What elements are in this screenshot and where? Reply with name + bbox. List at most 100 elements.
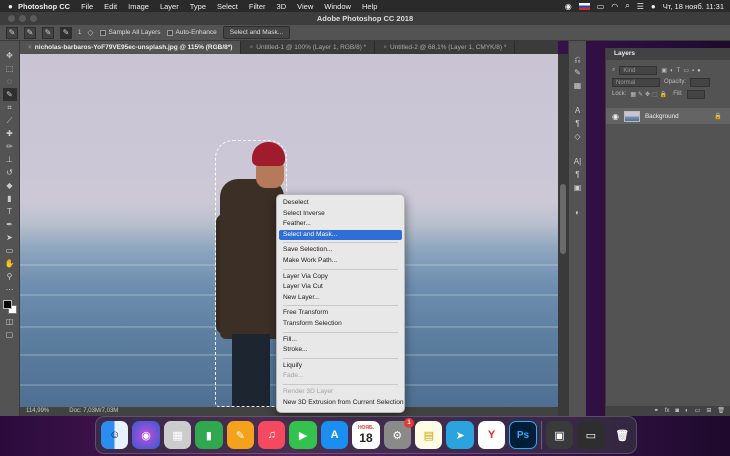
menu-item-layer-via-copy[interactable]: Layer Via Copy [279, 272, 402, 283]
system-preferences-icon[interactable]: ⚙ 1 [383, 418, 415, 449]
menu-layer[interactable]: Layer [160, 2, 179, 11]
brush-settings-icon[interactable]: ✎ [572, 66, 584, 79]
menu-type[interactable]: Type [190, 2, 206, 11]
fill-field[interactable] [686, 89, 705, 99]
foreground-color-swatch[interactable] [2, 300, 12, 309]
paragraph-icon[interactable]: ¶ [572, 117, 584, 130]
path-selection-tool-icon[interactable]: ➤ [3, 231, 17, 244]
gradient-tool-icon[interactable]: ▮ [3, 192, 17, 205]
brush-tool-icon[interactable]: ✏ [3, 140, 17, 153]
apple-icon[interactable]: ● [8, 2, 18, 11]
layers-panel-title[interactable]: Layers [606, 48, 730, 60]
menu-edit[interactable]: Edit [104, 2, 117, 11]
downloads-stack-icon[interactable]: ▣ [545, 421, 574, 449]
checkbox-box[interactable] [166, 29, 173, 36]
numbers-icon[interactable]: ▮ [195, 421, 223, 449]
yandex-browser-icon[interactable]: Y [477, 421, 506, 449]
kind-filter-select[interactable]: Kind [619, 65, 658, 75]
swatches-icon[interactable]: ▦ [572, 79, 584, 92]
select-and-mask-button[interactable]: Select and Mask... [222, 26, 291, 39]
notes-icon[interactable]: ▤ [415, 421, 443, 449]
properties-icon[interactable]: A| [572, 155, 584, 168]
wifi-icon[interactable]: ◠ [611, 2, 618, 11]
menu-item-transform-selection[interactable]: Transform Selection [279, 319, 402, 330]
menu-window[interactable]: Window [324, 2, 351, 11]
menu-item-free-transform[interactable]: Free Transform [279, 308, 402, 319]
menu-3d[interactable]: 3D [277, 2, 287, 11]
brush-size[interactable]: 1 [78, 30, 81, 36]
filter-icons[interactable]: ▣◐T▭▪● [661, 67, 703, 74]
camera-icon[interactable]: ◉ [565, 2, 572, 11]
zoom-tool-icon[interactable]: ⚲ [3, 270, 17, 283]
opacity-field[interactable] [690, 77, 711, 87]
move-tool-icon[interactable]: ✥ [3, 49, 17, 62]
auto-enhance-checkbox[interactable]: Auto-Enhance [166, 29, 217, 36]
tab-close-icon[interactable]: × [383, 44, 387, 51]
menu-filter[interactable]: Filter [249, 2, 266, 11]
menu-view[interactable]: View [297, 2, 313, 11]
new-layer-icon[interactable]: ⊞ [706, 406, 711, 416]
minimize-icon[interactable] [19, 15, 26, 22]
telegram-icon[interactable]: ➤ [446, 421, 474, 449]
menu-item-new-3d-extrusion-from-current-selection[interactable]: New 3D Extrusion from Current Selection [279, 398, 404, 409]
search-icon[interactable]: ⌕ [625, 1, 629, 11]
quick-selection-tool-icon[interactable]: ✎ [2, 88, 17, 101]
screen-mode-icon[interactable]: ▢ [3, 328, 17, 341]
menu-item-feather[interactable]: Feather... [279, 219, 402, 230]
menu-item-liquify[interactable]: Liquify [279, 361, 402, 372]
menu-item-deselect[interactable]: Deselect [279, 198, 402, 209]
close-icon[interactable] [8, 15, 15, 22]
menu-item-make-work-path[interactable]: Make Work Path... [279, 256, 402, 267]
tab-close-icon[interactable]: × [249, 44, 253, 51]
quick-selection-preset-icon[interactable]: ✎ [6, 26, 18, 39]
more-tools-icon[interactable]: ⋯ [3, 283, 17, 296]
siri-icon[interactable]: ◉ [132, 421, 160, 449]
adjustments-icon[interactable]: ◐ [572, 206, 584, 219]
music-icon[interactable]: ♫ [258, 421, 286, 449]
app-store-icon[interactable]: A [320, 421, 349, 449]
lock-icons[interactable]: ▦✎✥⬚🔒 [630, 91, 669, 98]
quick-mask-icon[interactable]: ◫ [3, 315, 17, 328]
paragraph-styles-icon[interactable]: ¶ [572, 168, 584, 181]
eye-icon[interactable]: ◉ [612, 112, 619, 121]
add-to-selection-icon[interactable]: ✎ [42, 26, 54, 39]
pages-icon[interactable]: ✎ [226, 421, 255, 449]
healing-brush-tool-icon[interactable]: ✚ [3, 127, 17, 140]
menu-item-fill[interactable]: Fill... [279, 335, 402, 346]
trash-icon[interactable]: 🗑 [717, 406, 725, 416]
menu-photoshop[interactable]: Photoshop CC [18, 2, 70, 11]
eraser-tool-icon[interactable]: ◆ [3, 179, 17, 192]
adjustment-layer-icon[interactable]: ◐ [685, 406, 689, 416]
vertical-scrollbar[interactable] [558, 54, 568, 416]
menu-file[interactable]: File [81, 2, 93, 11]
color-swatches[interactable] [2, 299, 18, 315]
rectangle-tool-icon[interactable]: ▭ [3, 244, 17, 257]
flag-icon[interactable] [578, 2, 590, 10]
zoom-level[interactable]: 114,99% [26, 407, 49, 416]
hand-tool-icon[interactable]: ✋ [3, 257, 17, 270]
crop-tool-icon[interactable]: ⌗ [3, 101, 17, 114]
glyphs-icon[interactable]: ◇ [572, 130, 584, 143]
facetime-icon[interactable]: ▶ [289, 421, 317, 449]
sample-all-layers-checkbox[interactable]: Sample All Layers [99, 29, 161, 36]
tab-close-icon[interactable]: × [28, 44, 32, 51]
launchpad-icon[interactable]: ▦ [163, 421, 192, 449]
group-icon[interactable]: ▭ [695, 406, 701, 416]
trash-icon[interactable]: 🗑 [609, 421, 636, 449]
menu-item-stroke[interactable]: Stroke... [279, 345, 402, 356]
checkbox-box[interactable] [99, 29, 106, 36]
fx-icon[interactable]: fx [665, 406, 670, 416]
libraries-icon[interactable]: ▣ [572, 181, 584, 194]
menu-item-save-selection[interactable]: Save Selection... [279, 245, 402, 256]
tab-document-2[interactable]: × Untitled-1 @ 100% (Layer 1, RGB/8) * [241, 41, 376, 54]
subtract-selection-icon[interactable]: ✎ [60, 26, 72, 39]
finder-icon[interactable]: ☺ [101, 421, 129, 449]
menu-item-layer-via-cut[interactable]: Layer Via Cut [279, 282, 402, 293]
clock[interactable]: Чт, 18 нояб. 11:31 [663, 2, 724, 11]
new-selection-icon[interactable]: ✎ [24, 26, 36, 39]
clone-stamp-tool-icon[interactable]: ⊥ [3, 153, 17, 166]
mask-icon[interactable]: ◙ [675, 406, 679, 416]
lasso-tool-icon[interactable]: ◌ [3, 75, 17, 88]
screenshot-stack-icon[interactable]: ▭ [577, 421, 605, 449]
eyedropper-tool-icon[interactable]: ⟋ [3, 114, 17, 127]
